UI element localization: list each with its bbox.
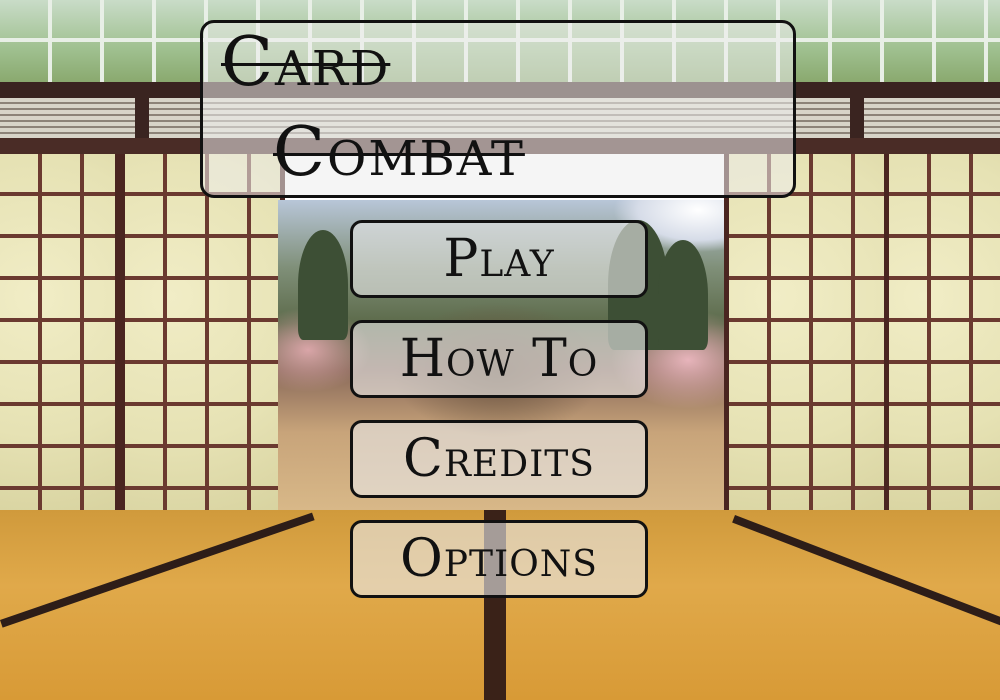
tree (658, 240, 708, 350)
how-to-button-label: How To (399, 329, 599, 389)
title-line-2: Combat (273, 113, 525, 192)
how-to-button[interactable]: How To (350, 320, 648, 398)
shoji-panel-left-inner (120, 154, 285, 510)
shoji-panel-right-inner (724, 154, 889, 510)
shoji-panel-right-outer (884, 154, 1000, 510)
title-line-1: Card (221, 23, 391, 102)
credits-button[interactable]: Credits (350, 420, 648, 498)
transom-post (135, 98, 149, 138)
tree (298, 230, 348, 340)
options-button[interactable]: Options (350, 520, 648, 598)
floor-left-line (0, 512, 315, 628)
title-panel: Card Combat (200, 20, 796, 198)
floor-right-line (732, 515, 1000, 634)
shoji-panel-left-outer (0, 154, 120, 510)
options-button-label: Options (400, 529, 598, 589)
transom-post (850, 98, 864, 138)
credits-button-label: Credits (403, 429, 595, 489)
play-button[interactable]: Play (350, 220, 648, 298)
play-button-label: Play (443, 229, 555, 289)
